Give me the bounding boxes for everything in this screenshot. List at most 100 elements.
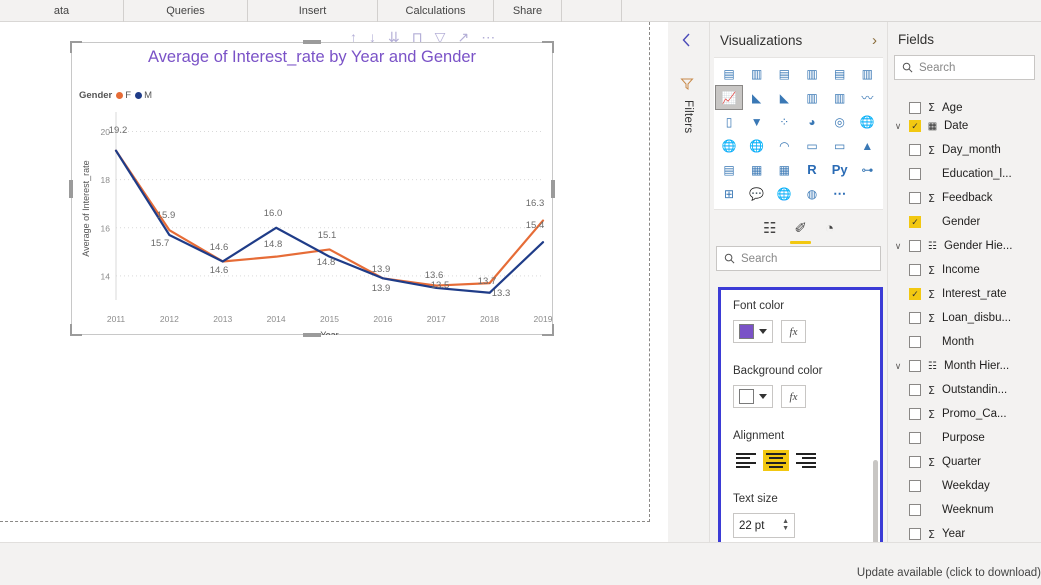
stacked-column-chart-icon[interactable]: ▥ (744, 62, 770, 85)
visualizations-pane[interactable]: Visualizations › ▤▥▤▥▤▥📈◣◣▥▥〰▯▼⁘◕◎🌐🌐🌐◠▭▭… (710, 22, 888, 542)
field-item-feedback[interactable]: ∨ΣFeedback (888, 186, 1041, 210)
field-checkbox[interactable] (909, 312, 921, 324)
visualizations-pane-tabs[interactable]: ☷ ✐ ◔ (710, 210, 887, 244)
field-item-month-hier[interactable]: ∨☷Month Hier... (888, 354, 1041, 378)
treemap-icon[interactable]: 🌐 (854, 110, 880, 133)
field-item-age[interactable]: ∨ΣAge (888, 100, 1041, 114)
100-stacked-bar-chart-icon[interactable]: ▤ (827, 62, 853, 85)
stepper-arrows-icon[interactable]: ▲▼ (782, 519, 789, 532)
line-clustered-column-chart-icon[interactable]: ▥ (827, 86, 853, 109)
donut-chart-icon[interactable]: ◎ (827, 110, 853, 133)
font-color-fx-button[interactable]: fx (781, 320, 806, 343)
field-checkbox[interactable] (909, 408, 921, 420)
slicer-icon[interactable]: ▤ (716, 158, 742, 181)
field-item-promo-ca[interactable]: ∨ΣPromo_Ca... (888, 402, 1041, 426)
align-right-button[interactable] (793, 450, 819, 471)
fields-list[interactable]: ∨ΣAge∨✓▦Date∨ΣDay_month∨ΣEducation_l...∨… (888, 100, 1041, 568)
field-checkbox[interactable] (909, 102, 921, 114)
pie-chart-icon[interactable]: ◕ (799, 110, 825, 133)
ribbon-group-calculations[interactable]: Calculations (378, 0, 494, 22)
paginated-report-icon[interactable]: ◍ (799, 182, 825, 205)
background-color-picker[interactable] (733, 385, 773, 408)
ribbon-group-share[interactable]: Share (494, 0, 562, 22)
field-checkbox[interactable] (909, 456, 921, 468)
fields-search-input[interactable]: Search (894, 55, 1035, 80)
analytics-tab[interactable]: ◔ (825, 220, 834, 244)
field-checkbox[interactable] (909, 192, 921, 204)
field-item-interest-rate[interactable]: ∨✓ΣInterest_rate (888, 282, 1041, 306)
field-checkbox[interactable] (909, 336, 921, 348)
field-item-gender[interactable]: ∨✓ΣGender (888, 210, 1041, 234)
line-stacked-column-chart-icon[interactable]: ▥ (799, 86, 825, 109)
line-chart-icon[interactable]: 📈 (716, 86, 742, 109)
waterfall-chart-icon[interactable]: ▯ (716, 110, 742, 133)
stacked-bar-chart-icon[interactable]: ▤ (716, 62, 742, 85)
update-available-link[interactable]: Update available (click to download) (857, 567, 1041, 579)
fields-pane[interactable]: Fields Search ∨ΣAge∨✓▦Date∨ΣDay_month∨ΣE… (888, 22, 1041, 542)
area-chart-icon[interactable]: ◣ (744, 86, 770, 109)
report-canvas[interactable]: ↑↓⇊⊓▽↗⋯ Average of Interest_rate by Year… (0, 22, 668, 542)
field-checkbox[interactable] (909, 264, 921, 276)
field-item-weekday[interactable]: ∨ΣWeekday (888, 474, 1041, 498)
100-stacked-column-chart-icon[interactable]: ▥ (854, 62, 880, 85)
background-color-fx-button[interactable]: fx (781, 385, 806, 408)
visualization-type-gallery[interactable]: ▤▥▤▥▤▥📈◣◣▥▥〰▯▼⁘◕◎🌐🌐🌐◠▭▭▲▤▦▦RPy⊶⊞💬🌐◍⋯ (714, 57, 883, 210)
field-item-education-l[interactable]: ∨ΣEducation_l... (888, 162, 1041, 186)
ribbon-group-ata[interactable]: ata (0, 0, 124, 22)
line-chart-visual[interactable]: Average of Interest_rate by Year and Gen… (71, 42, 553, 335)
python-visual-icon[interactable]: Py (827, 158, 853, 181)
field-item-gender-hie[interactable]: ∨☷Gender Hie... (888, 234, 1041, 258)
scatter-chart-icon[interactable]: ⁘ (771, 110, 797, 133)
gauge-icon[interactable]: ◠ (771, 134, 797, 157)
align-center-button[interactable] (763, 450, 789, 471)
kpi-icon[interactable]: ▲ (854, 134, 880, 157)
field-checkbox[interactable] (909, 144, 921, 156)
matrix-icon[interactable]: ▦ (771, 158, 797, 181)
key-influencers-icon[interactable]: ⊶ (854, 158, 880, 181)
arcgis-maps-icon[interactable]: 🌐 (771, 182, 797, 205)
ribbon-group-queries[interactable]: Queries (124, 0, 248, 22)
ribbon-group-empty[interactable] (562, 0, 622, 22)
ribbon-group-insert[interactable]: Insert (248, 0, 378, 22)
align-left-button[interactable] (733, 450, 759, 471)
field-checkbox[interactable]: ✓ (909, 288, 921, 300)
field-checkbox[interactable]: ✓ (909, 120, 921, 132)
field-checkbox[interactable] (909, 528, 921, 540)
fields-tab[interactable]: ☷ (763, 219, 776, 244)
chevron-left-icon[interactable] (680, 32, 692, 53)
map-icon[interactable]: 🌐 (716, 134, 742, 157)
chevron-down-icon[interactable]: ∨ (892, 241, 904, 252)
field-checkbox[interactable] (909, 504, 921, 516)
field-checkbox[interactable] (909, 432, 921, 444)
field-checkbox[interactable] (909, 480, 921, 492)
card-icon[interactable]: ▭ (799, 134, 825, 157)
get-more-visuals-icon[interactable]: ⋯ (827, 182, 853, 205)
field-item-day-month[interactable]: ∨ΣDay_month (888, 138, 1041, 162)
field-checkbox[interactable]: ✓ (909, 216, 921, 228)
field-item-date[interactable]: ∨✓▦Date (888, 114, 1041, 138)
field-item-income[interactable]: ∨ΣIncome (888, 258, 1041, 282)
text-size-stepper[interactable]: 22 pt ▲▼ (733, 513, 795, 538)
filters-pane-collapsed[interactable]: Filters (668, 22, 710, 542)
multi-row-card-icon[interactable]: ▭ (827, 134, 853, 157)
stacked-area-chart-icon[interactable]: ◣ (771, 86, 797, 109)
format-tab[interactable]: ✐ (794, 219, 807, 244)
series-line-M[interactable] (116, 151, 543, 293)
chevron-down-icon[interactable]: ∨ (892, 361, 904, 372)
decomposition-tree-icon[interactable]: ⊞ (716, 182, 742, 205)
funnel-chart-icon[interactable]: ▼ (744, 110, 770, 133)
expand-pane-icon[interactable]: › (872, 32, 877, 49)
field-checkbox[interactable] (909, 360, 921, 372)
ribbon-chart-icon[interactable]: 〰 (854, 86, 880, 109)
r-script-visual-icon[interactable]: R (799, 158, 825, 181)
field-item-weeknum[interactable]: ∨ΣWeeknum (888, 498, 1041, 522)
field-checkbox[interactable] (909, 384, 921, 396)
clustered-bar-chart-icon[interactable]: ▤ (771, 62, 797, 85)
table-icon[interactable]: ▦ (744, 158, 770, 181)
filled-map-icon[interactable]: 🌐 (744, 134, 770, 157)
field-item-month[interactable]: ∨ΣMonth (888, 330, 1041, 354)
field-item-outstandin[interactable]: ∨ΣOutstandin... (888, 378, 1041, 402)
field-checkbox[interactable] (909, 168, 921, 180)
field-item-quarter[interactable]: ∨ΣQuarter (888, 450, 1041, 474)
format-settings-panel[interactable]: Font color fx Background color fx Alignm… (718, 287, 883, 557)
